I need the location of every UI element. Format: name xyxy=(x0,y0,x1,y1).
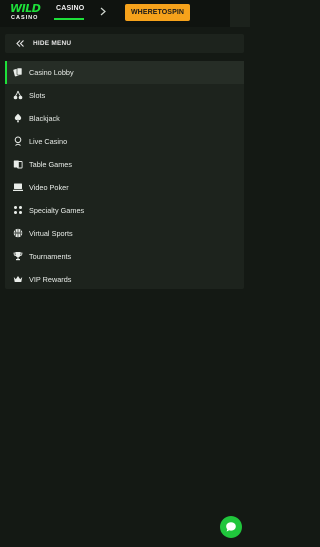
sidebar-item-slots[interactable]: Slots xyxy=(5,84,244,107)
sidebar-item-label: Live Casino xyxy=(29,137,68,146)
logo-subtitle: CASINO xyxy=(11,15,39,21)
hide-menu-label: HIDE MENU xyxy=(33,40,72,47)
hide-menu-button[interactable]: HIDE MENU xyxy=(5,34,244,53)
nav-casino-link[interactable]: CASINO xyxy=(56,5,84,12)
trophy-icon xyxy=(13,252,23,261)
nav-active-indicator xyxy=(54,18,84,20)
sidebar-menu: Casino Lobby Slots Blackjack Live Casino… xyxy=(5,61,244,289)
sidebar-item-virtual-sports[interactable]: Virtual Sports xyxy=(5,222,244,245)
crown-icon xyxy=(13,276,23,282)
dice-icon xyxy=(14,206,22,214)
sidebar-item-label: Table Games xyxy=(29,160,72,169)
sidebar-item-table-games[interactable]: Table Games xyxy=(5,153,244,176)
sidebar-item-label: Slots xyxy=(29,91,46,100)
sidebar-item-video-poker[interactable]: Video Poker xyxy=(5,176,244,199)
sidebar-item-label: Casino Lobby xyxy=(29,68,74,77)
sidebar-item-casino-lobby[interactable]: Casino Lobby xyxy=(5,61,244,84)
sidebar-item-tournaments[interactable]: Tournaments xyxy=(5,245,244,268)
table-cards-icon xyxy=(13,160,23,169)
sidebar-item-label: Tournaments xyxy=(29,252,72,261)
monitor-icon xyxy=(13,183,23,191)
dealer-icon xyxy=(14,136,22,146)
sidebar-item-blackjack[interactable]: Blackjack xyxy=(5,107,244,130)
sidebar-item-live-casino[interactable]: Live Casino xyxy=(5,130,244,153)
basketball-icon xyxy=(13,228,23,238)
sidebar-item-vip-rewards[interactable]: VIP Rewards xyxy=(5,268,244,291)
spade-icon xyxy=(14,113,22,123)
chat-bubble-icon xyxy=(226,522,236,532)
sidebar-item-label: VIP Rewards xyxy=(29,275,72,284)
wild-casino-logo[interactable]: WILD CASINO xyxy=(10,3,46,25)
live-chat-button[interactable] xyxy=(220,516,242,538)
sidebar-item-label: Video Poker xyxy=(29,183,69,192)
sidebar-item-label: Blackjack xyxy=(29,114,60,123)
logo-wordmark: WILD xyxy=(10,2,41,15)
sidebar-item-label: Specialty Games xyxy=(29,206,85,215)
sidebar-item-label: Virtual Sports xyxy=(29,229,73,238)
wheretospin-button[interactable]: WHERETOSPIN xyxy=(125,4,190,21)
cards-icon xyxy=(13,67,23,77)
top-navigation-bar: WILD CASINO CASINO WHERETOSPIN xyxy=(0,0,230,27)
cherries-icon xyxy=(13,90,23,100)
double-chevron-left-icon xyxy=(16,40,24,47)
topbar-right-edge xyxy=(230,0,250,27)
chevron-right-icon[interactable] xyxy=(99,7,107,16)
sidebar-item-specialty-games[interactable]: Specialty Games xyxy=(5,199,244,222)
